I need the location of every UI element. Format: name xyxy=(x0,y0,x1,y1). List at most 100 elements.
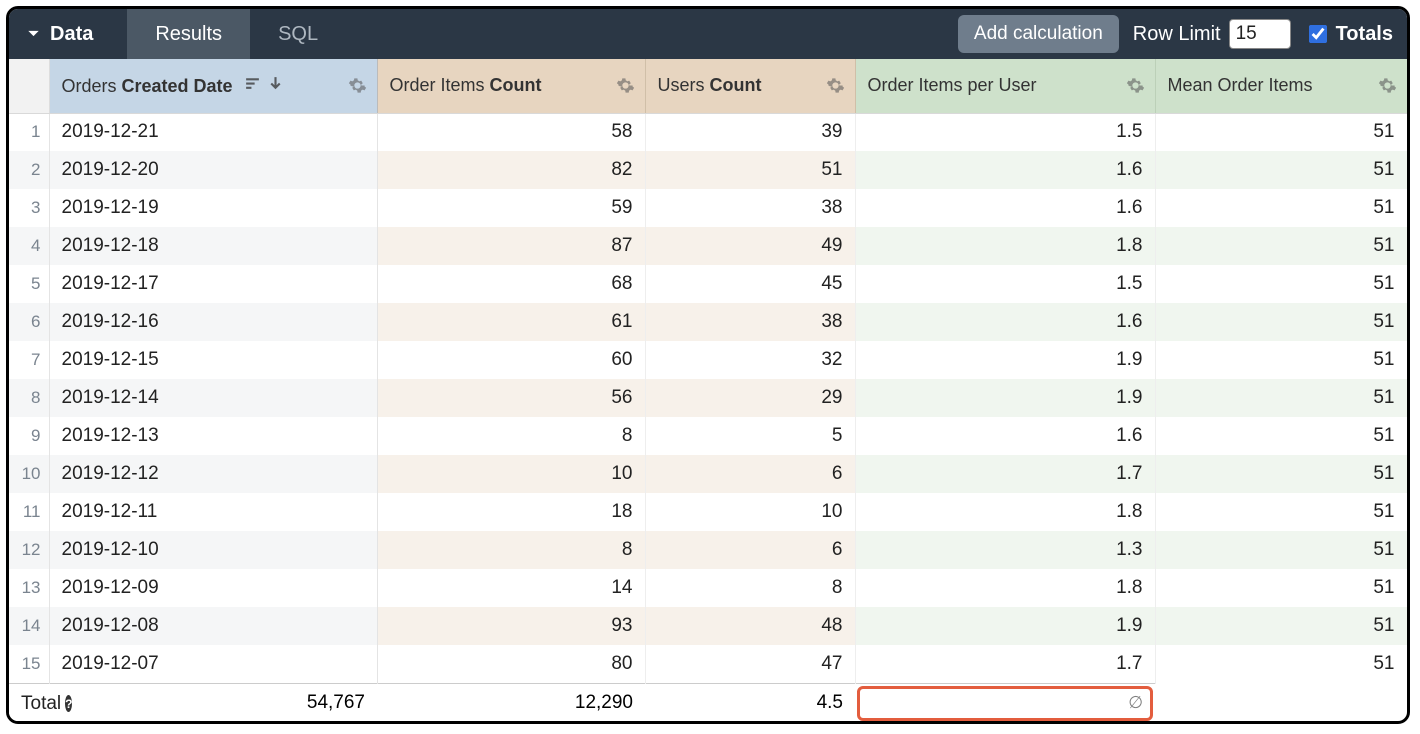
cell-order-items-per-user[interactable]: 1.7 xyxy=(855,645,1155,683)
add-calculation-button[interactable]: Add calculation xyxy=(958,15,1119,53)
cell-order-items-per-user[interactable]: 1.5 xyxy=(855,113,1155,151)
cell-order-items-count[interactable]: 10 xyxy=(377,455,645,493)
col-bold: Count xyxy=(490,75,542,95)
arrow-down-icon xyxy=(267,75,284,92)
cell-created-date[interactable]: 2019-12-19 xyxy=(49,189,377,227)
cell-order-items-per-user[interactable]: 1.8 xyxy=(855,227,1155,265)
col-header-order-items-count[interactable]: Order Items Count xyxy=(377,59,645,113)
results-table-wrap: Orders Created Date xyxy=(9,59,1407,721)
gear-icon[interactable] xyxy=(616,76,635,95)
cell-mean-order-items[interactable]: 51 xyxy=(1155,417,1407,455)
gear-icon[interactable] xyxy=(1126,76,1145,95)
cell-mean-order-items[interactable]: 51 xyxy=(1155,189,1407,227)
cell-users-count[interactable]: 51 xyxy=(645,151,855,189)
cell-order-items-per-user[interactable]: 1.9 xyxy=(855,607,1155,645)
cell-created-date[interactable]: 2019-12-16 xyxy=(49,303,377,341)
cell-order-items-count[interactable]: 80 xyxy=(377,645,645,683)
cell-mean-order-items[interactable]: 51 xyxy=(1155,493,1407,531)
cell-created-date[interactable]: 2019-12-07 xyxy=(49,645,377,683)
table-row: 42019-12-1887491.851 xyxy=(9,227,1407,265)
cell-order-items-count[interactable]: 59 xyxy=(377,189,645,227)
cell-order-items-count[interactable]: 87 xyxy=(377,227,645,265)
cell-users-count[interactable]: 48 xyxy=(645,607,855,645)
cell-order-items-count[interactable]: 8 xyxy=(377,531,645,569)
gear-icon[interactable] xyxy=(348,76,367,95)
cell-users-count[interactable]: 6 xyxy=(645,455,855,493)
cell-created-date[interactable]: 2019-12-17 xyxy=(49,265,377,303)
totals-checkbox[interactable] xyxy=(1309,25,1327,43)
cell-users-count[interactable]: 45 xyxy=(645,265,855,303)
cell-users-count[interactable]: 29 xyxy=(645,379,855,417)
cell-order-items-count[interactable]: 82 xyxy=(377,151,645,189)
cell-mean-order-items[interactable]: 51 xyxy=(1155,265,1407,303)
cell-created-date[interactable]: 2019-12-09 xyxy=(49,569,377,607)
cell-mean-order-items[interactable]: 51 xyxy=(1155,379,1407,417)
cell-users-count[interactable]: 6 xyxy=(645,531,855,569)
cell-created-date[interactable]: 2019-12-14 xyxy=(49,379,377,417)
data-panel: Data Results SQL Add calculation Row Lim… xyxy=(6,6,1410,724)
cell-order-items-count[interactable]: 68 xyxy=(377,265,645,303)
cell-created-date[interactable]: 2019-12-08 xyxy=(49,607,377,645)
cell-mean-order-items[interactable]: 51 xyxy=(1155,645,1407,683)
cell-order-items-per-user[interactable]: 1.5 xyxy=(855,265,1155,303)
help-icon[interactable]: ? xyxy=(65,695,72,712)
row-limit-input[interactable] xyxy=(1229,19,1291,49)
cell-created-date[interactable]: 2019-12-10 xyxy=(49,531,377,569)
cell-users-count[interactable]: 49 xyxy=(645,227,855,265)
cell-order-items-count[interactable]: 18 xyxy=(377,493,645,531)
cell-mean-order-items[interactable]: 51 xyxy=(1155,607,1407,645)
cell-mean-order-items[interactable]: 51 xyxy=(1155,341,1407,379)
cell-mean-order-items[interactable]: 51 xyxy=(1155,303,1407,341)
cell-users-count[interactable]: 38 xyxy=(645,303,855,341)
col-header-created-date[interactable]: Orders Created Date xyxy=(49,59,377,113)
cell-order-items-per-user[interactable]: 1.7 xyxy=(855,455,1155,493)
cell-created-date[interactable]: 2019-12-12 xyxy=(49,455,377,493)
cell-order-items-per-user[interactable]: 1.8 xyxy=(855,493,1155,531)
cell-created-date[interactable]: 2019-12-18 xyxy=(49,227,377,265)
cell-created-date[interactable]: 2019-12-13 xyxy=(49,417,377,455)
cell-users-count[interactable]: 8 xyxy=(645,569,855,607)
cell-order-items-per-user[interactable]: 1.6 xyxy=(855,151,1155,189)
cell-order-items-count[interactable]: 14 xyxy=(377,569,645,607)
cell-order-items-per-user[interactable]: 1.8 xyxy=(855,569,1155,607)
cell-mean-order-items[interactable]: 51 xyxy=(1155,569,1407,607)
cell-users-count[interactable]: 39 xyxy=(645,113,855,151)
tab-data[interactable]: Data xyxy=(9,9,127,59)
cell-mean-order-items[interactable]: 51 xyxy=(1155,113,1407,151)
cell-mean-order-items[interactable]: 51 xyxy=(1155,151,1407,189)
gear-icon[interactable] xyxy=(826,76,845,95)
cell-order-items-count[interactable]: 8 xyxy=(377,417,645,455)
cell-users-count[interactable]: 10 xyxy=(645,493,855,531)
cell-order-items-per-user[interactable]: 1.6 xyxy=(855,417,1155,455)
cell-users-count[interactable]: 5 xyxy=(645,417,855,455)
cell-order-items-per-user[interactable]: 1.9 xyxy=(855,379,1155,417)
table-row: 152019-12-0780471.751 xyxy=(9,645,1407,683)
tab-results[interactable]: Results xyxy=(127,9,250,59)
totals-toggle[interactable]: Totals xyxy=(1305,22,1393,46)
cell-created-date[interactable]: 2019-12-11 xyxy=(49,493,377,531)
col-header-mean-order-items[interactable]: Mean Order Items xyxy=(1155,59,1407,113)
gear-icon[interactable] xyxy=(1378,76,1397,95)
cell-users-count[interactable]: 32 xyxy=(645,341,855,379)
cell-mean-order-items[interactable]: 51 xyxy=(1155,531,1407,569)
cell-created-date[interactable]: 2019-12-15 xyxy=(49,341,377,379)
cell-order-items-per-user[interactable]: 1.6 xyxy=(855,189,1155,227)
cell-order-items-per-user[interactable]: 1.6 xyxy=(855,303,1155,341)
cell-mean-order-items[interactable]: 51 xyxy=(1155,455,1407,493)
cell-created-date[interactable]: 2019-12-20 xyxy=(49,151,377,189)
cell-users-count[interactable]: 38 xyxy=(645,189,855,227)
top-controls: Add calculation Row Limit Totals xyxy=(958,9,1407,59)
cell-mean-order-items[interactable]: 51 xyxy=(1155,227,1407,265)
tab-sql[interactable]: SQL xyxy=(250,9,346,59)
cell-users-count[interactable]: 47 xyxy=(645,645,855,683)
cell-order-items-per-user[interactable]: 1.3 xyxy=(855,531,1155,569)
col-header-users-count[interactable]: Users Count xyxy=(645,59,855,113)
cell-order-items-count[interactable]: 60 xyxy=(377,341,645,379)
cell-order-items-count[interactable]: 93 xyxy=(377,607,645,645)
cell-order-items-count[interactable]: 58 xyxy=(377,113,645,151)
cell-created-date[interactable]: 2019-12-21 xyxy=(49,113,377,151)
cell-order-items-per-user[interactable]: 1.9 xyxy=(855,341,1155,379)
cell-order-items-count[interactable]: 61 xyxy=(377,303,645,341)
col-header-order-items-per-user[interactable]: Order Items per User xyxy=(855,59,1155,113)
cell-order-items-count[interactable]: 56 xyxy=(377,379,645,417)
